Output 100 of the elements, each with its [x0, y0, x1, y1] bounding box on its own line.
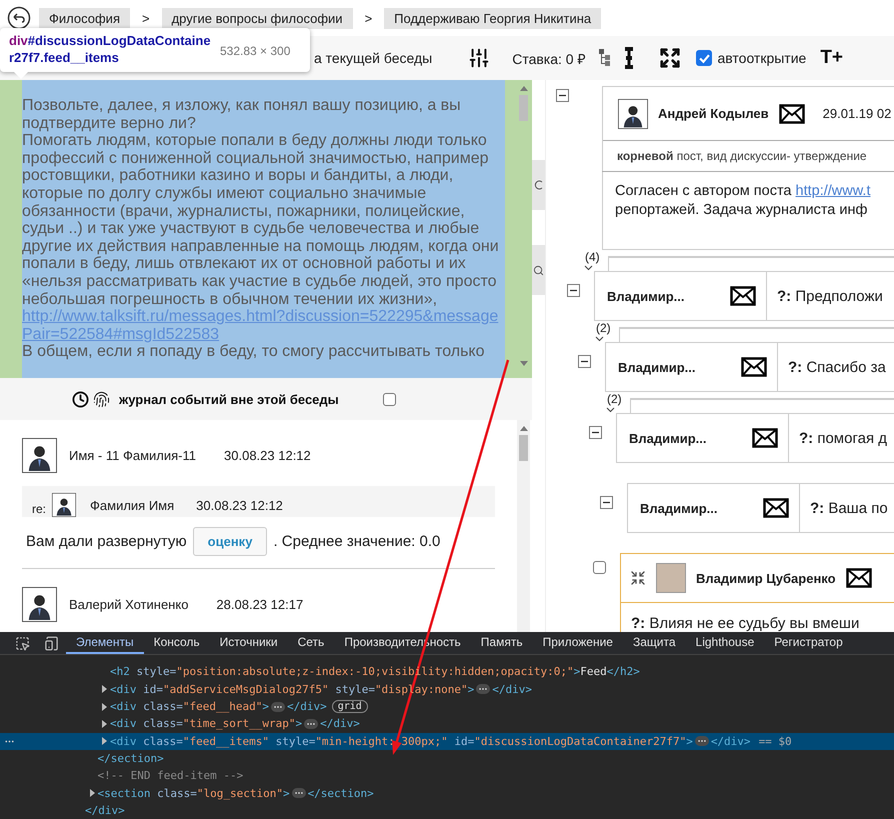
breadcrumb-link[interactable]: Философия [39, 8, 130, 28]
post-link[interactable]: http://www.t [796, 183, 870, 199]
collapse-toggle[interactable] [578, 355, 591, 368]
ellipsis-icon[interactable] [292, 788, 306, 798]
message-text: Позвольте, далее, я изложу, как понял вашу позицию, а вы подтвердите верно ли? [22, 97, 462, 132]
collapse-toggle[interactable] [589, 426, 602, 439]
clock-icon[interactable] [72, 390, 89, 408]
dom-row[interactable]: <div class="feed__items" style="min-height: 300px;" id="discussionLogDataContainer27f7"> </div> == $0 [0, 732, 894, 750]
expand-triangle-icon[interactable] [102, 720, 107, 728]
breadcrumb-link[interactable]: другие вопросы философии [162, 8, 353, 28]
reply-card[interactable]: Владимир... ?: помогая д [616, 413, 894, 463]
breadcrumb-link[interactable]: Поддерживаю Георгия Никитина [384, 8, 602, 28]
dom-open-tag: <div class="feed__head"> [110, 700, 269, 714]
stake-label: Ставка: 0 ₽ [512, 50, 586, 68]
message-time: 30.08.23 12:12 [196, 498, 283, 513]
collapse-toggle[interactable] [567, 284, 580, 297]
devtools-tab[interactable]: Приложение [532, 632, 623, 654]
chevron-down-icon[interactable] [606, 407, 614, 413]
font-size-button[interactable]: T+ [820, 47, 844, 69]
envelope-icon[interactable] [752, 428, 778, 448]
message-snippet: ?: Влияя не ее судьбу вы вмеши [630, 614, 860, 632]
post-text: Согласен с автором поста http://www.t [615, 182, 872, 201]
dom-close-tag: </div> [320, 717, 360, 730]
ellipsis-icon[interactable] [694, 736, 709, 746]
reply-card[interactable]: Владимир... ?: Ваша по [627, 483, 894, 533]
dom-closing-tag: </div> [85, 804, 125, 817]
side-button[interactable] [532, 160, 545, 210]
ellipsis-icon[interactable] [304, 718, 318, 729]
fingerprint-icon[interactable] [93, 390, 110, 408]
chevron-down-icon[interactable] [584, 265, 592, 271]
envelope-icon[interactable] [730, 286, 756, 306]
author-name[interactable]: Владимир... [607, 288, 685, 304]
author-name[interactable]: Владимир Цубаренко [696, 570, 836, 586]
reply-card[interactable]: Владимир... ?: Спасибо за [605, 342, 894, 392]
author-name[interactable]: Имя - 11 Фамилия-11 [69, 448, 196, 463]
envelope-icon[interactable] [778, 104, 805, 124]
author-name[interactable]: Андрей Кодылев [658, 106, 769, 121]
dom-close-tag: </div> [710, 734, 751, 748]
expand-triangle-icon[interactable] [90, 789, 94, 798]
scrollbar[interactable] [517, 420, 530, 632]
message-text: Помогать людям, которые попали в беду должны люди только профессий с пониженной социальной значимостью, например ростовщики, работники казино и воры и бандиты, а люди, которые по долгу службы имеют социально значимые обязанности (врачи, журналисты, пожарники, полицейские, судьи ..) и так уже участвуют в судьбе человечества и любые другие их действия направленные на помощь людям, когда они попали в беду, лишь отвлекают их от основной работы и их «нельзя рассматривать как участие в судьбе людей, это просто небольшая погрешность в обычном течении их жизни», [22, 132, 499, 308]
checkbox[interactable] [382, 392, 396, 406]
dom-close-tag: </div> [286, 700, 327, 714]
envelope-icon[interactable] [763, 498, 789, 518]
envelope-icon[interactable] [846, 568, 872, 588]
collapse-toggle[interactable] [600, 496, 613, 509]
devtools-tab[interactable]: Lighthouse [686, 632, 764, 654]
breadcrumb-separator: > [364, 10, 374, 26]
photo-placeholder [656, 563, 686, 593]
devtools-tab[interactable]: Регистратор [764, 632, 853, 654]
dom-open-tag: <div class="time_sort__wrap"> [110, 717, 302, 730]
author-name[interactable]: Фамилия Имя [90, 498, 174, 513]
post-type: корневой пост, вид дискуссии- утверждение [602, 141, 894, 172]
dom-selection-marker: == $0 [758, 734, 792, 748]
dom-row[interactable]: <div class="feed__head"> </div> grid [0, 698, 894, 716]
devtools-tab[interactable]: Элементы [66, 632, 144, 654]
dom-close-tag: </section> [308, 786, 374, 800]
message-time: 28.08.23 12:17 [216, 597, 304, 612]
dom-comment: <!-- END feed-item --> [98, 769, 244, 782]
avatar-icon [22, 438, 57, 473]
arc-icon [534, 180, 544, 190]
expand-icon[interactable] [659, 47, 682, 69]
avatar-icon [22, 587, 57, 622]
expand-triangle-icon[interactable] [102, 685, 107, 694]
dom-row[interactable]: <div class="time_sort__wrap"> </div> [0, 715, 894, 733]
expand-triangle-icon[interactable] [102, 737, 107, 746]
reply-card[interactable]: Владимир... ?: Предположи [594, 271, 894, 321]
dom-text: Feed [580, 665, 607, 678]
collapse-toggle[interactable] [556, 89, 569, 102]
author-name[interactable]: Владимир... [629, 430, 707, 446]
author-name[interactable]: Владимир... [640, 500, 718, 516]
message-snippet: ?: Ваша по [809, 498, 888, 518]
author-name[interactable]: Владимир... [618, 360, 696, 374]
grid-badge[interactable]: grid [332, 700, 368, 714]
rating-button[interactable]: оценку [192, 527, 268, 556]
chevron-down-icon[interactable] [594, 336, 604, 342]
reply-prefix: re: [32, 502, 46, 516]
breadcrumb-separator: > [140, 10, 151, 26]
element-selector: div#discussionLogDataContainer27f7.feed__items [9, 33, 212, 67]
devtools-tab[interactable]: Сеть [288, 632, 334, 654]
envelope-icon[interactable] [741, 357, 767, 377]
devtools-tab[interactable]: Источники [210, 632, 288, 654]
back-icon[interactable] [7, 6, 31, 30]
devtools-tab[interactable]: Консоль [144, 632, 210, 654]
sliders-icon[interactable] [468, 47, 490, 69]
event-log-label: журнал событий вне этой беседы [119, 392, 339, 406]
vertical-resize-icon[interactable] [625, 47, 634, 69]
ellipsis-icon[interactable] [270, 702, 285, 712]
ellipsis-icon[interactable] [476, 684, 490, 694]
devtools-tab[interactable]: Защита [622, 632, 686, 654]
checkbox[interactable] [696, 50, 712, 66]
checkbox[interactable] [593, 561, 606, 574]
devtools-tab[interactable]: Память [470, 632, 533, 654]
search-icon[interactable] [532, 245, 545, 295]
collapse-icon[interactable] [630, 570, 646, 586]
expand-triangle-icon[interactable] [102, 702, 107, 711]
author-name[interactable]: Валерий Хотиненко [69, 597, 188, 612]
tree-structure-icon[interactable] [599, 49, 612, 67]
dom-open-tag: <section class="log_section"> [98, 786, 290, 800]
dom-row[interactable]: <section class="log_section"> </section> [0, 784, 894, 802]
